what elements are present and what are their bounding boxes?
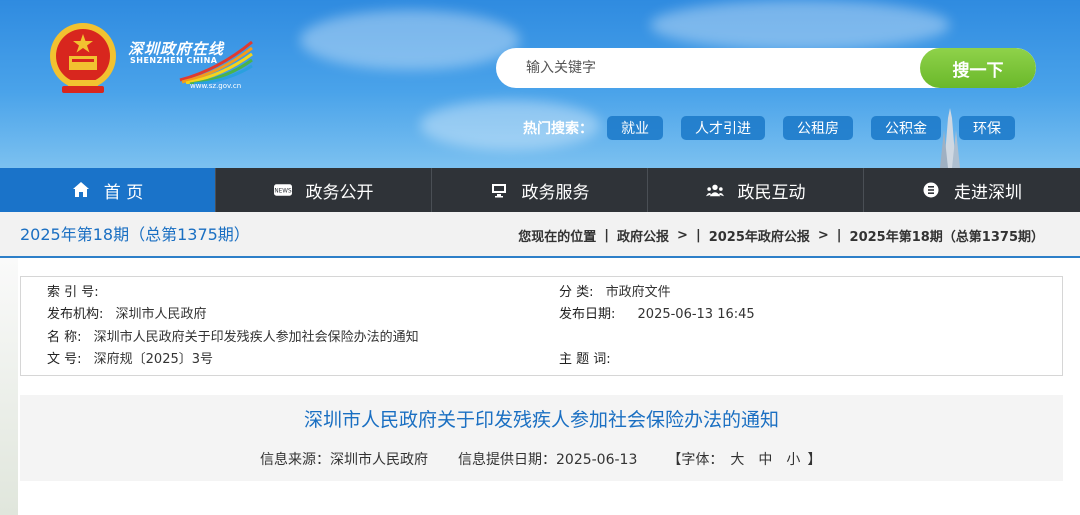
hot-tag-talent[interactable]: 人才引进: [681, 116, 765, 140]
nav-home-label: 首 页: [103, 182, 144, 203]
font-size-control: 【字体： 大 中 小 】: [667, 449, 821, 469]
breadcrumb-gazette[interactable]: 政府公报: [617, 226, 669, 245]
breadcrumb: 您现在的位置 | 政府公报 > | 2025年政府公报 > | 2025年第18…: [514, 212, 1048, 258]
info-row-keywords: 主 题 词:: [559, 350, 623, 370]
publisher-value: 深圳市人民政府: [115, 307, 207, 322]
info-circle-icon: [922, 181, 940, 199]
font-size-medium-button[interactable]: 中: [758, 449, 772, 469]
logo-url-text: www.sz.gov.cn: [190, 82, 242, 90]
article-header: 深圳市人民政府关于印发残疾人参加社会保险办法的通知 信息来源：深圳市人民政府 信…: [20, 395, 1063, 481]
breadcrumb-separator: |: [695, 227, 701, 243]
article-provide-date: 信息提供日期：2025-06-13: [458, 452, 638, 468]
nav-home[interactable]: 首 页: [0, 168, 216, 212]
home-icon: [72, 181, 90, 199]
breadcrumb-location-label: 您现在的位置: [518, 229, 597, 245]
hot-search-label: 热门搜索：: [523, 121, 593, 137]
logo-english-text: SHENZHEN CHINA: [130, 56, 218, 65]
index-label: 索 引 号:: [47, 285, 99, 300]
font-size-label: 【字体：: [667, 452, 724, 468]
nav-government-affairs[interactable]: NEWS 政务公开: [216, 168, 432, 212]
tower-skyline-icon: [940, 108, 960, 168]
breadcrumb-separator: >: [677, 227, 688, 243]
nav-government-services[interactable]: 政务服务: [432, 168, 648, 212]
hot-tag-jobs[interactable]: 就业: [607, 116, 663, 140]
breadcrumb-separator: |: [836, 227, 842, 243]
news-icon: NEWS: [273, 181, 292, 199]
info-row-date: 发布日期: 2025-06-13 16:45: [559, 305, 755, 325]
name-label: 名 称:: [47, 330, 82, 345]
document-info-table: 索 引 号: 分 类: 市政府文件 发布机构: 深圳市人民政府 发布日期: 20…: [20, 276, 1063, 376]
info-row-name: 名 称: 深圳市人民政府关于印发残疾人参加社会保险办法的通知: [47, 328, 419, 348]
site-logo[interactable]: 深圳政府在线 SHENZHEN CHINA www.sz.gov.cn: [128, 38, 258, 98]
breadcrumb-bar: 2025年第18期（总第1375期） 您现在的位置 | 政府公报 > | 202…: [0, 212, 1080, 258]
issue-title: 2025年第18期（总第1375期）: [20, 225, 250, 244]
keywords-label: 主 题 词:: [559, 352, 611, 367]
nav-about-shenzhen[interactable]: 走进深圳: [864, 168, 1080, 212]
search-button[interactable]: 搜一下: [920, 48, 1036, 88]
breadcrumb-separator: >: [817, 227, 829, 243]
breadcrumb-current-issue[interactable]: 2025年第18期（总第1375期）: [850, 226, 1044, 245]
breadcrumb-separator: |: [604, 227, 610, 243]
people-icon: [705, 181, 724, 199]
monitor-icon: [490, 181, 508, 199]
nav-public-interaction-label: 政民互动: [737, 182, 806, 203]
publish-date-value: 2025-06-13 16:45: [637, 307, 755, 322]
publisher-label: 发布机构:: [47, 307, 104, 322]
hot-tag-public-housing[interactable]: 公租房: [783, 116, 853, 140]
font-size-large-button[interactable]: 大: [730, 449, 744, 469]
nav-public-interaction[interactable]: 政民互动: [648, 168, 864, 212]
nav-government-services-label: 政务服务: [521, 182, 590, 203]
article-title: 深圳市人民政府关于印发残疾人参加社会保险办法的通知: [303, 409, 779, 431]
nav-government-affairs-label: 政务公开: [305, 182, 374, 203]
font-size-small-button[interactable]: 小: [786, 449, 800, 469]
docno-value: 深府规〔2025〕3号: [93, 352, 214, 367]
category-label: 分 类:: [559, 285, 594, 300]
info-row-publisher: 发布机构: 深圳市人民政府: [47, 305, 207, 325]
category-value: 市政府文件: [605, 285, 671, 300]
site-header: 深圳政府在线 SHENZHEN CHINA www.sz.gov.cn 搜一下 …: [0, 0, 1080, 168]
info-row-category: 分 类: 市政府文件: [559, 283, 671, 303]
info-row-index: 索 引 号:: [47, 283, 111, 303]
search-box: 搜一下: [496, 48, 1036, 88]
publish-date-label: 发布日期:: [559, 307, 616, 322]
name-value: 深圳市人民政府关于印发残疾人参加社会保险办法的通知: [93, 330, 419, 345]
search-input[interactable]: [526, 48, 906, 88]
nav-about-shenzhen-label: 走进深圳: [954, 182, 1022, 203]
article-source: 信息来源：深圳市人民政府: [260, 452, 428, 468]
page-edge-decoration: [0, 258, 18, 515]
docno-label: 文 号:: [47, 352, 82, 367]
breadcrumb-gazette-2025[interactable]: 2025年政府公报: [709, 226, 810, 245]
cloud-decoration: [300, 10, 520, 70]
font-size-close-bracket: 】: [807, 452, 822, 468]
svg-text:NEWS: NEWS: [274, 188, 292, 194]
national-emblem-icon: [50, 23, 116, 93]
article-meta: 信息来源：深圳市人民政府 信息提供日期：2025-06-13 【字体： 大 中 …: [260, 449, 821, 469]
main-nav: 首 页 NEWS 政务公开 政务服务 政民互动 走进深圳: [0, 168, 1080, 212]
info-row-docno: 文 号: 深府规〔2025〕3号: [47, 350, 213, 370]
cloud-decoration: [650, 0, 950, 50]
